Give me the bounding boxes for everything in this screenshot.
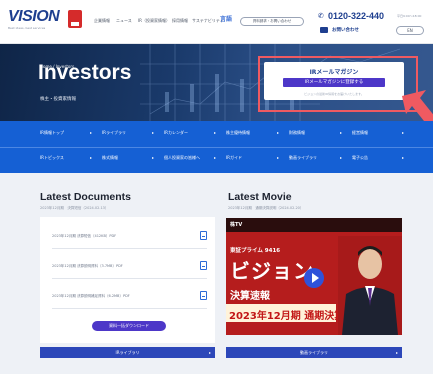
nav-ir-library[interactable]: IRライブラリ bbox=[102, 130, 126, 136]
newsletter-title: IRメールマガジン bbox=[309, 69, 359, 76]
channel-logo: 株TV bbox=[230, 222, 243, 228]
chevron-right-icon: ▸ bbox=[402, 155, 405, 160]
chevron-right-icon: ▸ bbox=[402, 130, 405, 135]
nav-individual-investors[interactable]: 個人投資家の皆様へ bbox=[164, 155, 200, 161]
list-item[interactable]: 2023年12月期 決算説明補足資料（6.2MB）PDF bbox=[52, 289, 207, 309]
header-nav-news[interactable]: ニュース bbox=[116, 18, 132, 24]
list-item[interactable]: 2023年12月期 決算説明資料（3.7MB）PDF bbox=[52, 259, 207, 279]
list-item[interactable]: 2023年12月期 決算短信（412KB）PDF bbox=[52, 229, 207, 249]
nav-shareholder-benefits[interactable]: 株主優待情報 bbox=[226, 130, 250, 136]
thumbnail-banner-text: 2023年12月期 通期決算 bbox=[229, 311, 345, 322]
chevron-right-icon: ▸ bbox=[214, 130, 217, 135]
thumbnail-caption: 東証プライム 9416 bbox=[230, 248, 281, 254]
logo-tagline: Best ideas, best services bbox=[8, 26, 46, 30]
nav-financial-info[interactable]: 財務情報 bbox=[289, 130, 305, 136]
document-link[interactable]: 2023年12月期 決算短信（412KB）PDF bbox=[52, 234, 116, 239]
latest-documents-title: Latest Documents bbox=[40, 191, 132, 203]
nav-management-info[interactable]: 経営情報 bbox=[352, 130, 368, 136]
nav-ir-calendar[interactable]: IRカレンダー bbox=[164, 130, 188, 136]
nav-ir-top[interactable]: IR情報トップ bbox=[40, 130, 64, 136]
latest-movie-title: Latest Movie bbox=[228, 191, 292, 203]
document-link[interactable]: 2023年12月期 決算説明資料（3.7MB）PDF bbox=[52, 264, 123, 269]
header-nav-recruit[interactable]: 採用情報 bbox=[172, 18, 188, 24]
nav-ir-topics[interactable]: IRトピックス bbox=[40, 155, 64, 161]
phone-hours: 平日9:00〜18:00 bbox=[397, 14, 422, 18]
divider bbox=[52, 278, 207, 279]
chevron-right-icon: ▸ bbox=[340, 130, 343, 135]
nav-stock-info[interactable]: 株式情報 bbox=[102, 155, 118, 161]
chevron-right-icon: ▸ bbox=[395, 350, 398, 355]
ir-library-button-label: IRライブラリ bbox=[115, 350, 140, 355]
chevron-right-icon: ▸ bbox=[277, 130, 280, 135]
vision-logo[interactable]: VISION bbox=[8, 8, 60, 26]
divider bbox=[52, 248, 207, 249]
phone-number[interactable]: 0120-322-440 bbox=[328, 11, 384, 21]
request-docs-button[interactable]: 資料請求・お問い合わせ bbox=[240, 17, 304, 26]
nav-video-library[interactable]: 動画ライブラリ bbox=[289, 155, 317, 161]
header-nav-sustainability[interactable]: サステナビリティ bbox=[192, 18, 224, 24]
document-link[interactable]: 2023年12月期 決算説明補足資料（6.2MB）PDF bbox=[52, 294, 130, 299]
ir-library-button[interactable]: IRライブラリ ▸ bbox=[40, 347, 215, 358]
nav-ir-guide[interactable]: IRガイド bbox=[226, 155, 242, 161]
chevron-right-icon: ▸ bbox=[90, 130, 93, 135]
download-all-button[interactable]: 資料一括ダウンロード bbox=[92, 321, 166, 331]
pdf-icon bbox=[200, 291, 207, 300]
movie-thumbnail[interactable]: 株TV 東証プライム 9416 ビジョン 決算速報 2023年12月期 通期決算 bbox=[226, 218, 402, 335]
chevron-right-icon: ▸ bbox=[277, 155, 280, 160]
chevron-right-icon: ▸ bbox=[152, 155, 155, 160]
chevron-right-icon: ▸ bbox=[340, 155, 343, 160]
investor-relations-page: VISION Best ideas, best services 企業情報 ニュ… bbox=[0, 0, 433, 374]
divider bbox=[52, 308, 207, 309]
latest-documents-date: 2023年12月期 決算短信（2024.02.13） bbox=[40, 206, 109, 210]
page-subtitle: 株主・投資家情報 bbox=[40, 97, 76, 102]
header-nav-ir[interactable]: IR（投資家情報） bbox=[138, 18, 170, 24]
prime-badge-mark bbox=[71, 22, 79, 26]
chevron-right-icon: ▸ bbox=[208, 350, 211, 355]
thumbnail-headline: ビジョン bbox=[230, 261, 314, 283]
thumbnail-subheadline: 決算速報 bbox=[230, 291, 270, 302]
pdf-icon bbox=[200, 231, 207, 240]
pdf-icon bbox=[200, 261, 207, 270]
newsletter-note: ビジョンの最新IR情報をお届けいたします。 bbox=[304, 92, 364, 96]
latest-movie-date: 2023年12月期 通期決算説明（2024.02.20） bbox=[228, 206, 304, 210]
page-title: Investors bbox=[38, 61, 132, 84]
play-icon[interactable] bbox=[304, 268, 324, 288]
newsletter-subscribe-button[interactable]: IRメールマガジンに登録する bbox=[283, 78, 385, 87]
presenter-image bbox=[338, 236, 402, 335]
mail-icon bbox=[320, 27, 328, 33]
header-nav-company[interactable]: 企業情報 bbox=[94, 18, 110, 24]
language-switch[interactable]: 言語 bbox=[220, 14, 232, 23]
nav-divider bbox=[0, 147, 433, 148]
chevron-right-icon: ▸ bbox=[90, 155, 93, 160]
site-header: VISION Best ideas, best services 企業情報 ニュ… bbox=[0, 0, 433, 44]
nav-electronic-notice[interactable]: 電子公告 bbox=[352, 155, 368, 161]
phone-icon: ✆ bbox=[318, 12, 324, 20]
contact-link[interactable]: お問い合わせ bbox=[332, 27, 359, 33]
movie-top-bar bbox=[226, 218, 402, 232]
chevron-right-icon: ▸ bbox=[152, 130, 155, 135]
video-library-button[interactable]: 動画ライブラリ ▸ bbox=[226, 347, 402, 358]
chevron-right-icon: ▸ bbox=[214, 155, 217, 160]
english-button[interactable]: EN bbox=[396, 26, 424, 35]
video-library-button-label: 動画ライブラリ bbox=[300, 350, 328, 355]
